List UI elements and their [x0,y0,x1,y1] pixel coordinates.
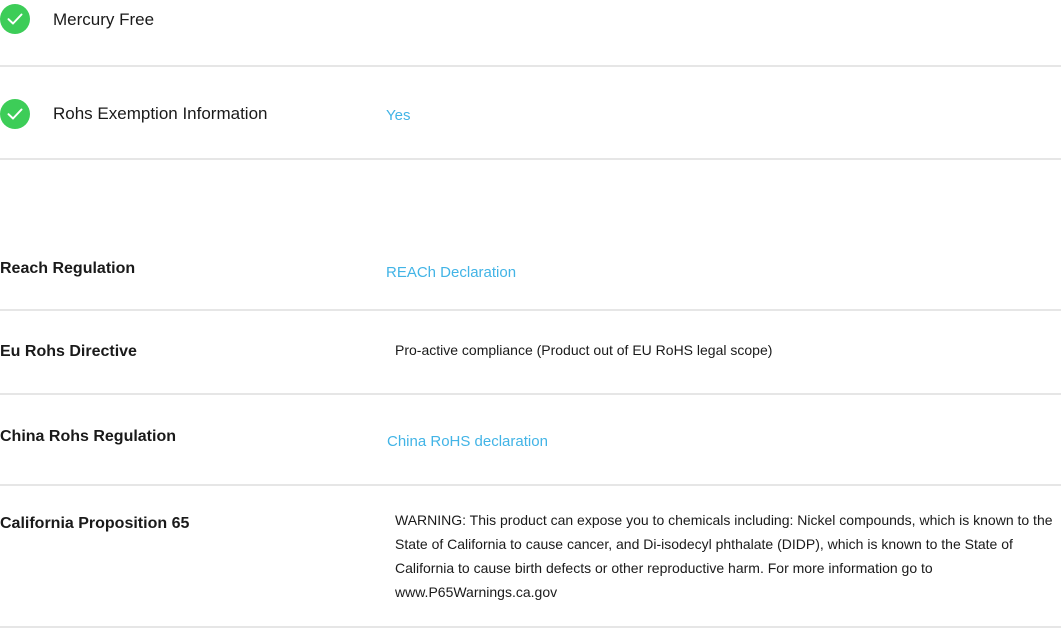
divider [0,158,1061,160]
feature-label-rohs-exemption: Rohs Exemption Information [53,104,268,123]
divider [0,65,1061,67]
divider [0,309,1061,311]
california-prop65-warning-text: WARNING: This product can expose you to … [395,512,1053,600]
divider [0,393,1061,395]
rohs-exemption-value-link[interactable]: Yes [386,107,410,124]
divider [0,484,1061,486]
check-circle-icon [0,4,30,34]
feature-label-mercury-free: Mercury Free [53,10,155,29]
china-rohs-declaration-link[interactable]: China RoHS declaration [387,433,548,450]
eu-rohs-directive-value: Pro-active compliance (Product out of EU… [395,342,773,358]
reach-declaration-link[interactable]: REACh Declaration [386,264,516,281]
check-circle-icon [0,99,30,129]
reach-regulation-label: Reach Regulation [0,260,136,277]
eu-rohs-directive-label: Eu Rohs Directive [0,343,137,360]
china-rohs-regulation-label: China Rohs Regulation [0,428,176,445]
california-prop65-label: California Proposition 65 [0,515,190,532]
divider [0,626,1061,628]
